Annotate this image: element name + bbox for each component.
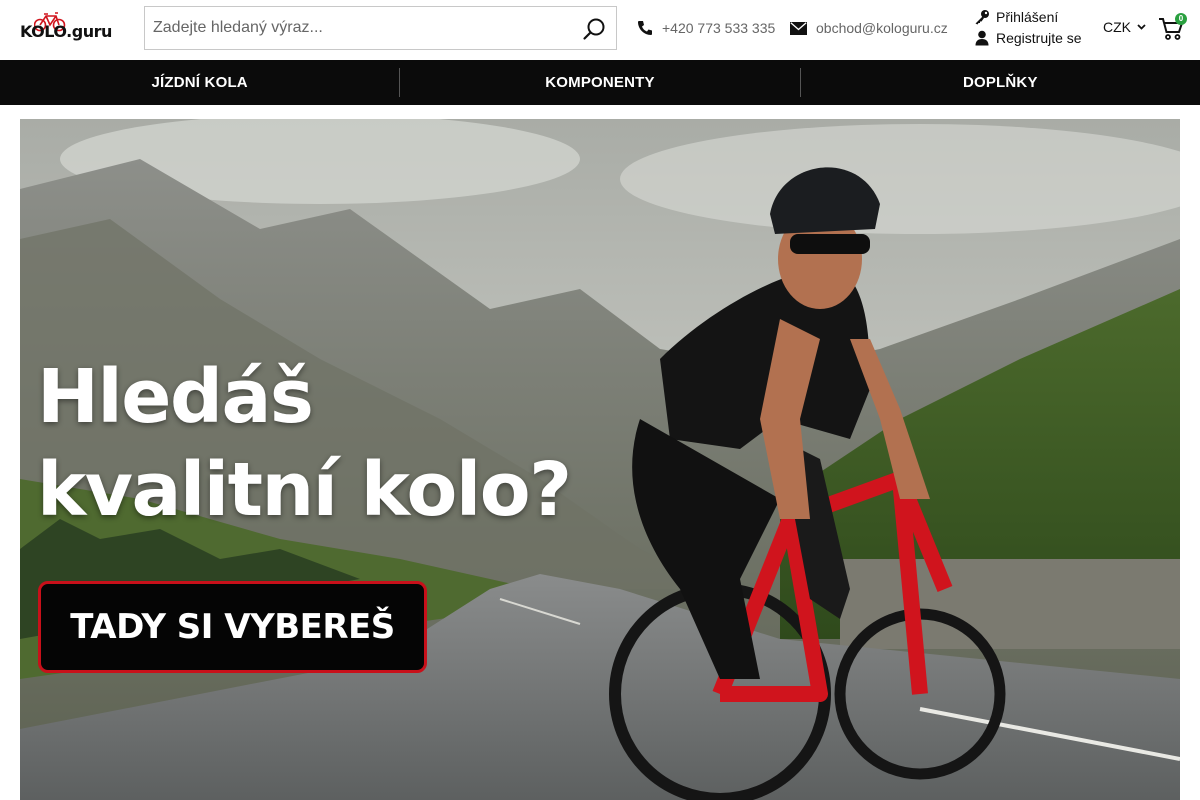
account-links: Přihlášení Registrujte se (974, 7, 1082, 48)
register-link[interactable]: Registrujte se (974, 28, 1082, 48)
contact-phone[interactable]: +420 773 533 335 (637, 19, 775, 37)
search-icon (583, 18, 605, 40)
main-nav: JÍZDNÍ KOLA KOMPONENTY DOPLŇKY (0, 60, 1200, 105)
hero-title-line1: Hledáš (37, 354, 314, 440)
hero-banner[interactable]: Hledáš kvalitní kolo? TADY SI VYBEREŠ (20, 119, 1180, 800)
email-address: obchod@kologuru.cz (816, 20, 948, 36)
user-icon (974, 30, 996, 46)
contact-email[interactable]: obchod@kologuru.cz (790, 19, 948, 37)
nav-item-komponenty[interactable]: KOMPONENTY (400, 60, 799, 105)
cart-button[interactable]: 0 (1158, 13, 1188, 42)
site-header: KOLO.guru +420 773 533 335 obchod@kologu… (0, 0, 1200, 60)
search-input[interactable] (145, 7, 565, 49)
register-label: Registrujte se (996, 30, 1082, 46)
nav-item-doplnky[interactable]: DOPLŇKY (801, 60, 1200, 105)
cart-count-badge: 0 (1175, 13, 1187, 25)
site-logo[interactable]: KOLO.guru (20, 12, 112, 44)
login-label: Přihlášení (996, 9, 1059, 25)
nav-item-label: DOPLŇKY (962, 74, 1038, 91)
hero-title: Hledáš kvalitní kolo? (37, 351, 572, 537)
hero-title-line2: kvalitní kolo? (37, 447, 572, 533)
currency-value: CZK (1103, 19, 1131, 35)
currency-selector[interactable]: CZK (1103, 19, 1146, 35)
nav-item-jizdni-kola[interactable]: JÍZDNÍ KOLA (0, 60, 399, 105)
key-icon (974, 9, 996, 25)
logo-text: KOLO.guru (20, 22, 112, 41)
phone-number: +420 773 533 335 (662, 20, 776, 36)
nav-item-label: KOMPONENTY (545, 74, 655, 91)
hero-cta-button[interactable]: TADY SI VYBEREŠ (38, 581, 427, 673)
search-box (144, 6, 617, 50)
search-button[interactable] (580, 15, 608, 43)
chevron-down-icon (1137, 24, 1146, 30)
phone-icon (637, 20, 653, 36)
nav-item-label: JÍZDNÍ KOLA (151, 74, 248, 91)
login-link[interactable]: Přihlášení (974, 7, 1082, 27)
mail-icon (790, 21, 807, 35)
